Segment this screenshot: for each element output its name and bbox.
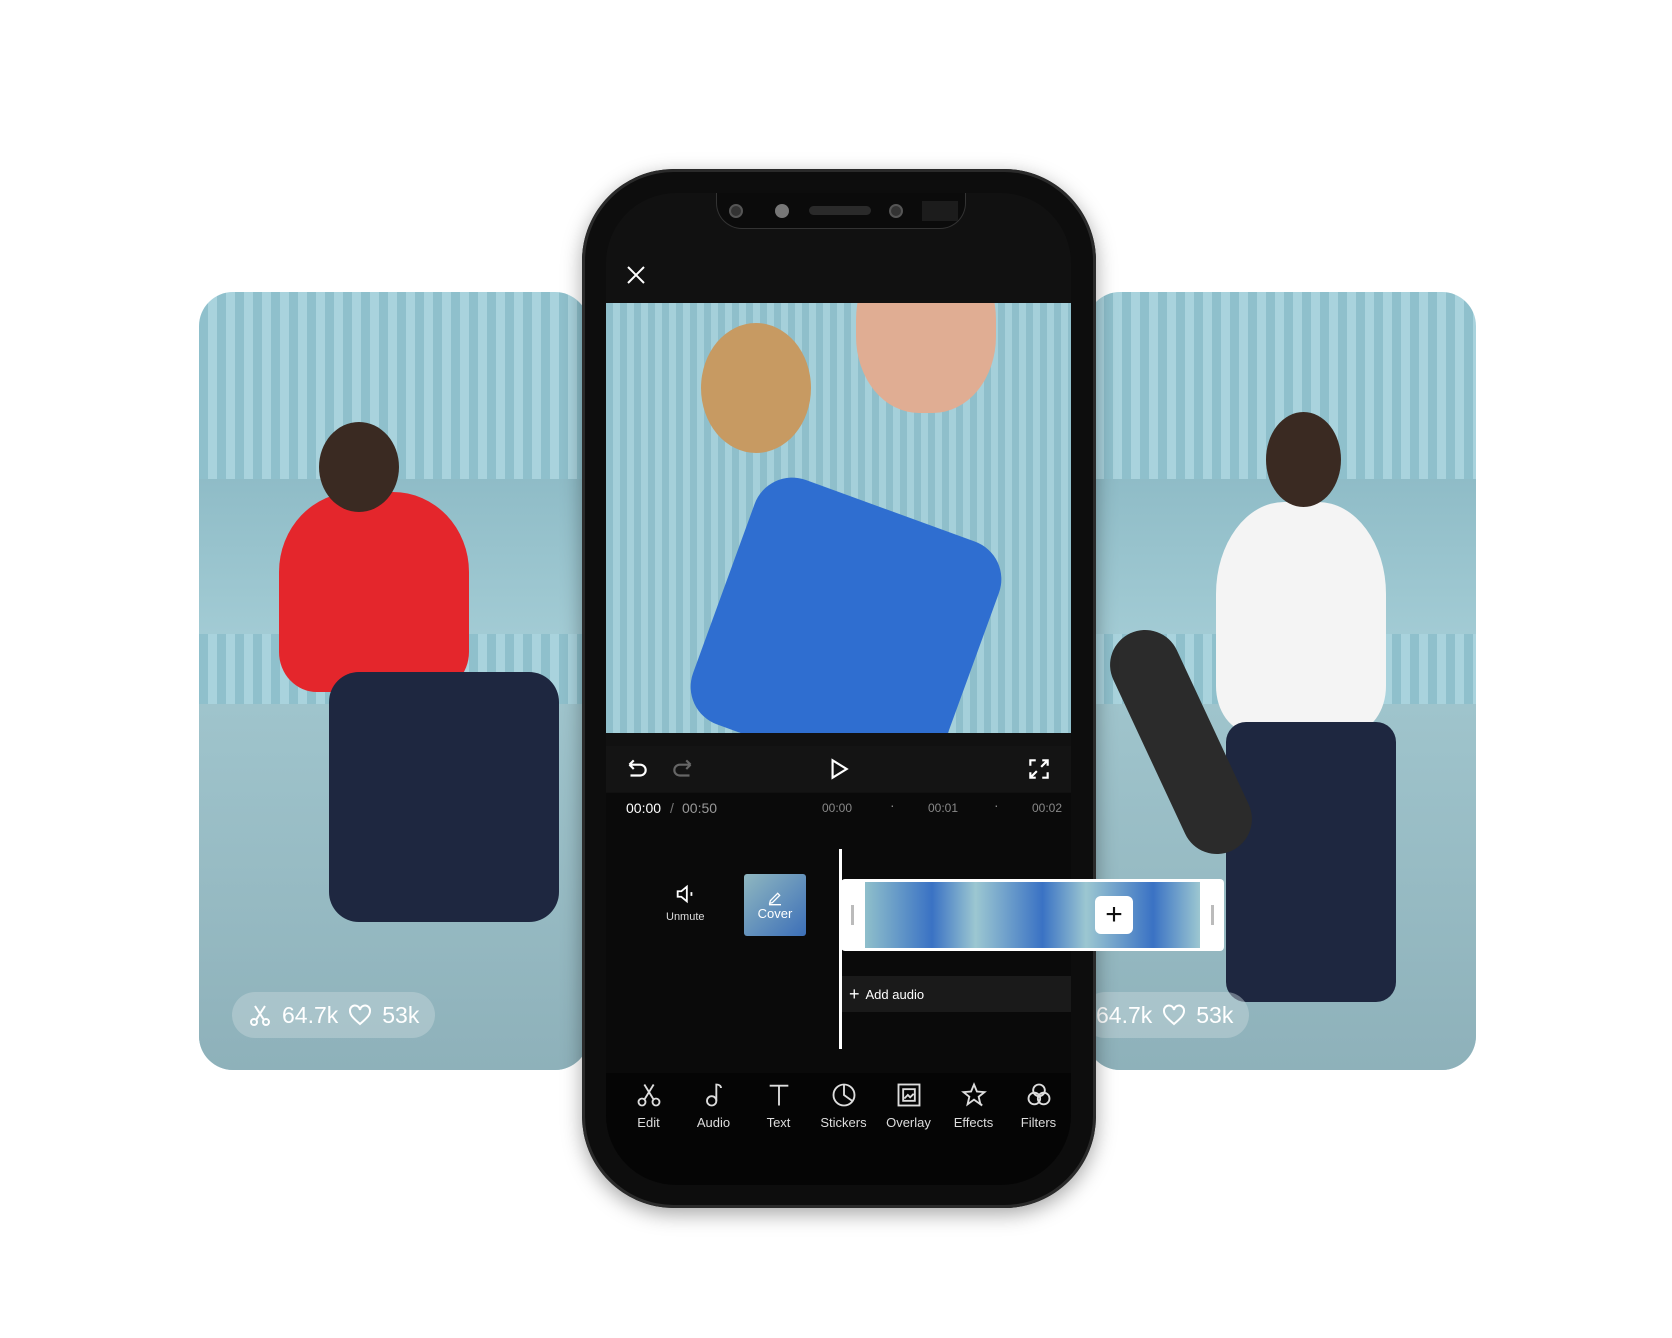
time-separator: /	[670, 800, 674, 816]
time-row: 00:00 / 00:50 00:00 · 00:01 · 00:02	[606, 793, 1071, 823]
fullscreen-icon[interactable]	[1026, 756, 1052, 782]
cover-button[interactable]: Cover	[744, 874, 806, 936]
scissors-icon	[637, 1084, 660, 1107]
tool-stickers[interactable]: Stickers	[811, 1073, 876, 1185]
trim-handle-left[interactable]	[851, 905, 854, 925]
add-audio-label: Add audio	[865, 986, 925, 1002]
cuts-count: 64.7k	[1096, 1001, 1153, 1028]
unmute-button[interactable]: Unmute	[666, 883, 705, 923]
pencil-icon	[768, 891, 781, 905]
sticker-icon	[832, 1083, 855, 1107]
right-showcase-card	[1086, 292, 1476, 1070]
add-clip-button[interactable]: +	[1095, 896, 1133, 934]
tool-label: Edit	[637, 1115, 660, 1130]
total-time: 00:50	[682, 800, 718, 816]
tool-effects[interactable]: Effects	[941, 1073, 1006, 1185]
tool-edit[interactable]: Edit	[616, 1073, 681, 1185]
left-showcase-card	[199, 292, 589, 1070]
plus-icon: +	[849, 983, 860, 1004]
tool-label: Audio	[696, 1115, 731, 1130]
person-red-shirt	[279, 492, 469, 692]
tool-label: Filters	[1020, 1115, 1057, 1130]
add-audio-button[interactable]: + Add audio	[841, 976, 1071, 1012]
scissors-icon	[250, 1005, 270, 1026]
text-icon	[769, 1084, 788, 1106]
tool-label: Effects	[953, 1115, 994, 1130]
cover-label: Cover	[757, 905, 793, 921]
current-time: 00:00	[626, 800, 662, 816]
video-clip-track[interactable]: +	[841, 879, 1224, 951]
ruler-tick: 00:01	[928, 801, 959, 815]
phone-notch	[716, 193, 966, 229]
star-effects-icon	[960, 1082, 987, 1107]
tool-filters[interactable]: Filters	[1006, 1073, 1071, 1185]
tool-audio[interactable]: Audio	[681, 1073, 746, 1185]
phone-mockup: 00:00 / 00:50 00:00 · 00:01 · 00:02 Unmu…	[582, 169, 1096, 1208]
tool-label: Overlay	[886, 1115, 931, 1130]
ruler-tick: 00:00	[822, 801, 853, 815]
left-stats-pill: 64.7k 53k	[232, 992, 436, 1038]
unmute-label: Unmute	[666, 911, 705, 923]
undo-icon[interactable]	[624, 756, 650, 782]
video-preview[interactable]	[606, 303, 1071, 733]
redo-icon[interactable]	[670, 756, 696, 782]
likes-count: 53k	[382, 1001, 420, 1028]
playhead[interactable]	[839, 849, 842, 1049]
music-note-icon	[705, 1083, 722, 1107]
right-stats-pill: 64.7k 53k	[1082, 992, 1250, 1038]
bottom-toolbar: Edit Audio Text Stickers Overlay Effects…	[606, 1073, 1071, 1185]
clip-thumbnails	[865, 882, 1200, 948]
cuts-count: 64.7k	[282, 1001, 339, 1028]
trim-handle-right[interactable]	[1211, 905, 1214, 925]
speaker-icon	[677, 884, 693, 904]
filters-icon	[1027, 1083, 1050, 1106]
person-white-shirt	[1216, 502, 1386, 732]
tool-label: Text	[766, 1115, 791, 1130]
play-icon[interactable]	[825, 756, 851, 782]
heart-icon	[1163, 1004, 1186, 1026]
ruler-tick: 00:02	[1032, 801, 1063, 815]
tool-label: Stickers	[820, 1115, 867, 1130]
close-icon[interactable]	[624, 263, 648, 287]
tool-text[interactable]: Text	[746, 1073, 811, 1185]
likes-count: 53k	[1196, 1001, 1234, 1028]
tool-overlay[interactable]: Overlay	[876, 1073, 941, 1185]
playback-controls	[606, 746, 1071, 792]
heart-icon	[349, 1004, 372, 1026]
overlay-icon	[897, 1083, 920, 1107]
